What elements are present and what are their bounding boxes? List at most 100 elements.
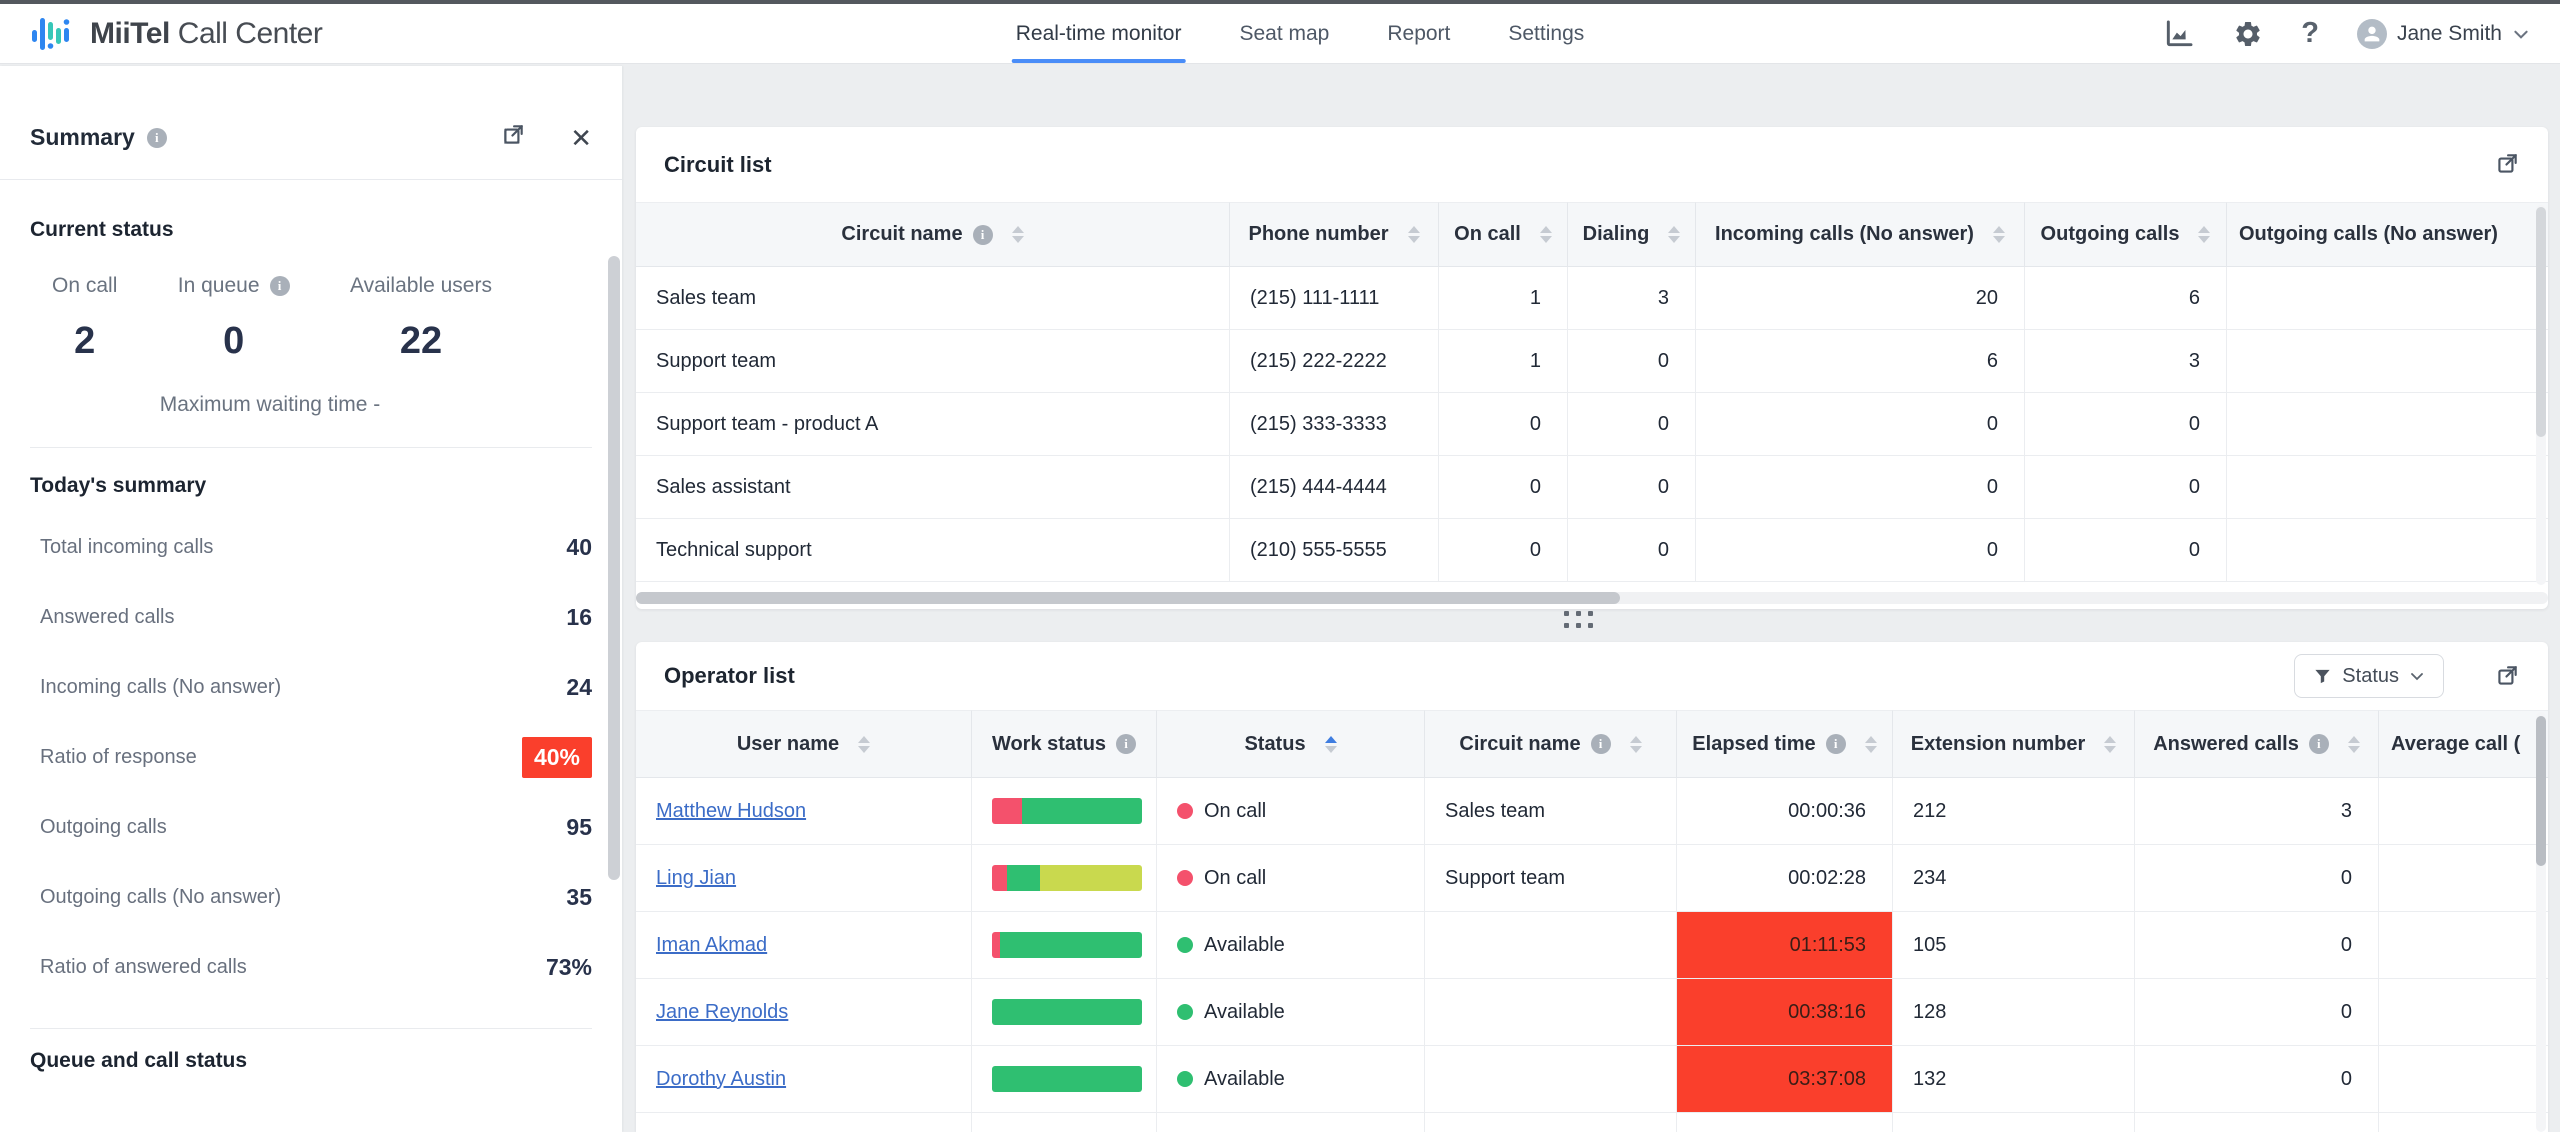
summary-row-ratio-of-response: Ratio of response40% xyxy=(30,722,592,792)
outgoing-noanswer-cell xyxy=(2227,393,2548,456)
tab-report[interactable]: Report xyxy=(1387,4,1450,63)
status-cell: On call xyxy=(1157,845,1425,912)
answered-calls-cell: 0 xyxy=(2135,845,2379,912)
user-menu[interactable]: Jane Smith xyxy=(2357,19,2530,49)
col-header-on-call[interactable]: On call xyxy=(1439,202,1568,267)
col-header-label: Circuit name xyxy=(1459,733,1580,756)
work-status-cell xyxy=(972,1046,1157,1113)
circuit-name-cell: Sales assistant xyxy=(636,456,1230,519)
avatar xyxy=(2357,19,2387,49)
info-icon[interactable]: i xyxy=(270,276,290,296)
incoming-noanswer-cell: 6 xyxy=(1696,330,2025,393)
user-link[interactable]: Ling Jian xyxy=(656,867,736,890)
metric-label: On call xyxy=(52,274,117,298)
circuit-name-cell: Support team xyxy=(1425,845,1677,912)
average-call-cell xyxy=(2379,912,2548,979)
current-status-heading: Current status xyxy=(30,218,592,242)
table-row: Ling JianOn callSupport team00:02:282340 xyxy=(636,845,2548,912)
sidebar-scrollbar[interactable] xyxy=(608,256,620,880)
col-header-work-status[interactable]: Work statusi xyxy=(972,710,1157,778)
extension-number-cell: 105 xyxy=(1893,912,2135,979)
analytics-icon[interactable] xyxy=(2163,18,2195,50)
col-header-circuit-name[interactable]: Circuit name i xyxy=(1425,710,1677,778)
sort-icon xyxy=(2104,736,2116,753)
summary-row-label: Outgoing calls (No answer) xyxy=(40,886,281,909)
scrollbar-thumb[interactable] xyxy=(2536,716,2546,866)
col-header-user-name[interactable]: User name xyxy=(636,710,972,778)
operator-vertical-scrollbar[interactable] xyxy=(2536,712,2546,1132)
chevron-down-icon xyxy=(2409,668,2425,684)
settings-gear-icon[interactable] xyxy=(2233,19,2263,49)
scrollbar-thumb[interactable] xyxy=(636,592,1620,604)
table-row: Jane ReynoldsAvailable00:38:161280 xyxy=(636,979,2548,1046)
app-logo: MiiTelCall Center xyxy=(28,10,322,58)
circuit-name-cell: Support team xyxy=(636,330,1230,393)
circuit-name-cell xyxy=(1425,1046,1677,1113)
open-in-new-icon[interactable] xyxy=(500,122,526,153)
work-status-bar xyxy=(992,798,1142,824)
col-header-answered-calls[interactable]: Answered callsi xyxy=(2135,710,2379,778)
col-header-extension-number[interactable]: Extension number xyxy=(1893,710,2135,778)
operator-list-panel: Operator list Status User nameWork statu… xyxy=(636,642,2548,1132)
circuit-name-cell xyxy=(1425,979,1677,1046)
metric-label-text: On call xyxy=(52,274,117,298)
metric-label-text: In queue xyxy=(178,274,260,298)
col-header-label: Circuit name xyxy=(841,223,962,246)
status-cell: On call xyxy=(1157,778,1425,845)
info-icon[interactable]: i xyxy=(1116,734,1136,754)
today-summary-heading: Today's summary xyxy=(30,474,592,498)
user-link[interactable]: Iman Akmad xyxy=(656,934,767,957)
table-row: Dorothy AustinAvailable03:37:081320 xyxy=(636,1046,2548,1113)
status-cell: Available xyxy=(1157,979,1425,1046)
help-icon[interactable]: ? xyxy=(2301,17,2319,50)
extension-number-cell: 212 xyxy=(1893,778,2135,845)
user-link[interactable]: Jane Reynolds xyxy=(656,1001,788,1024)
col-header-label: Extension number xyxy=(1911,733,2085,756)
circuit-name-cell: Support team - product A xyxy=(636,393,1230,456)
top-icon-group: ? Jane Smith xyxy=(2163,4,2530,63)
scrollbar-thumb[interactable] xyxy=(2536,207,2546,437)
status-filter-button[interactable]: Status xyxy=(2294,654,2444,698)
user-name-cell: Jane Reynolds xyxy=(636,979,972,1046)
table-row: Support team - product A(215) 333-333300… xyxy=(636,393,2548,456)
info-icon[interactable]: i xyxy=(1591,734,1611,754)
circuit-table-header: Circuit name i Phone numberOn callDialingI… xyxy=(636,202,2548,267)
work-status-cell xyxy=(972,979,1157,1046)
table-row: Matthew HudsonOn callSales team00:00:362… xyxy=(636,778,2548,845)
tab-seat-map[interactable]: Seat map xyxy=(1239,4,1329,63)
user-link[interactable]: Matthew Hudson xyxy=(656,800,806,823)
info-icon[interactable]: i xyxy=(147,128,167,148)
col-header-elapsed-time[interactable]: Elapsed timei xyxy=(1677,710,1893,778)
col-header-outgoing-calls-no-answer[interactable]: Outgoing calls (No answer) xyxy=(2227,202,2548,267)
answered-calls-cell: 0 xyxy=(2135,912,2379,979)
circuit-horizontal-scrollbar[interactable] xyxy=(636,592,2548,604)
col-header-phone-number[interactable]: Phone number xyxy=(1230,202,1439,267)
extension-number-cell: 234 xyxy=(1893,845,2135,912)
brand-name: MiiTel xyxy=(90,17,170,50)
tab-settings[interactable]: Settings xyxy=(1508,4,1584,63)
alert-badge: 40% xyxy=(522,737,592,778)
info-icon[interactable]: i xyxy=(2309,734,2329,754)
work-status-cell xyxy=(972,912,1157,979)
close-icon[interactable]: ✕ xyxy=(570,125,592,151)
col-header-circuit-name[interactable]: Circuit name i xyxy=(636,202,1230,267)
col-header-average-call[interactable]: Average call ( xyxy=(2379,710,2548,778)
product-name: Call Center xyxy=(178,17,323,50)
status-cell: Available xyxy=(1157,912,1425,979)
col-header-dialing[interactable]: Dialing xyxy=(1568,202,1696,267)
summary-row-value: 40 xyxy=(566,534,592,561)
user-link[interactable]: Dorothy Austin xyxy=(656,1068,786,1091)
circuit-name-cell: Sales team xyxy=(1425,778,1677,845)
tab-real-time-monitor[interactable]: Real-time monitor xyxy=(1016,4,1182,63)
col-header-incoming-calls-no-answer[interactable]: Incoming calls (No answer) xyxy=(1696,202,2025,267)
sort-icon xyxy=(1408,226,1420,243)
circuit-vertical-scrollbar[interactable] xyxy=(2536,205,2546,585)
info-icon[interactable]: i xyxy=(1826,734,1846,754)
open-in-new-icon[interactable] xyxy=(2494,663,2520,694)
col-header-outgoing-calls[interactable]: Outgoing calls xyxy=(2025,202,2227,267)
info-icon[interactable]: i xyxy=(973,225,993,245)
user-name-cell: Ling Jian xyxy=(636,845,972,912)
open-in-new-icon[interactable] xyxy=(2494,151,2520,182)
col-header-status[interactable]: Status xyxy=(1157,710,1425,778)
panel-resize-handle[interactable] xyxy=(1564,611,1598,628)
